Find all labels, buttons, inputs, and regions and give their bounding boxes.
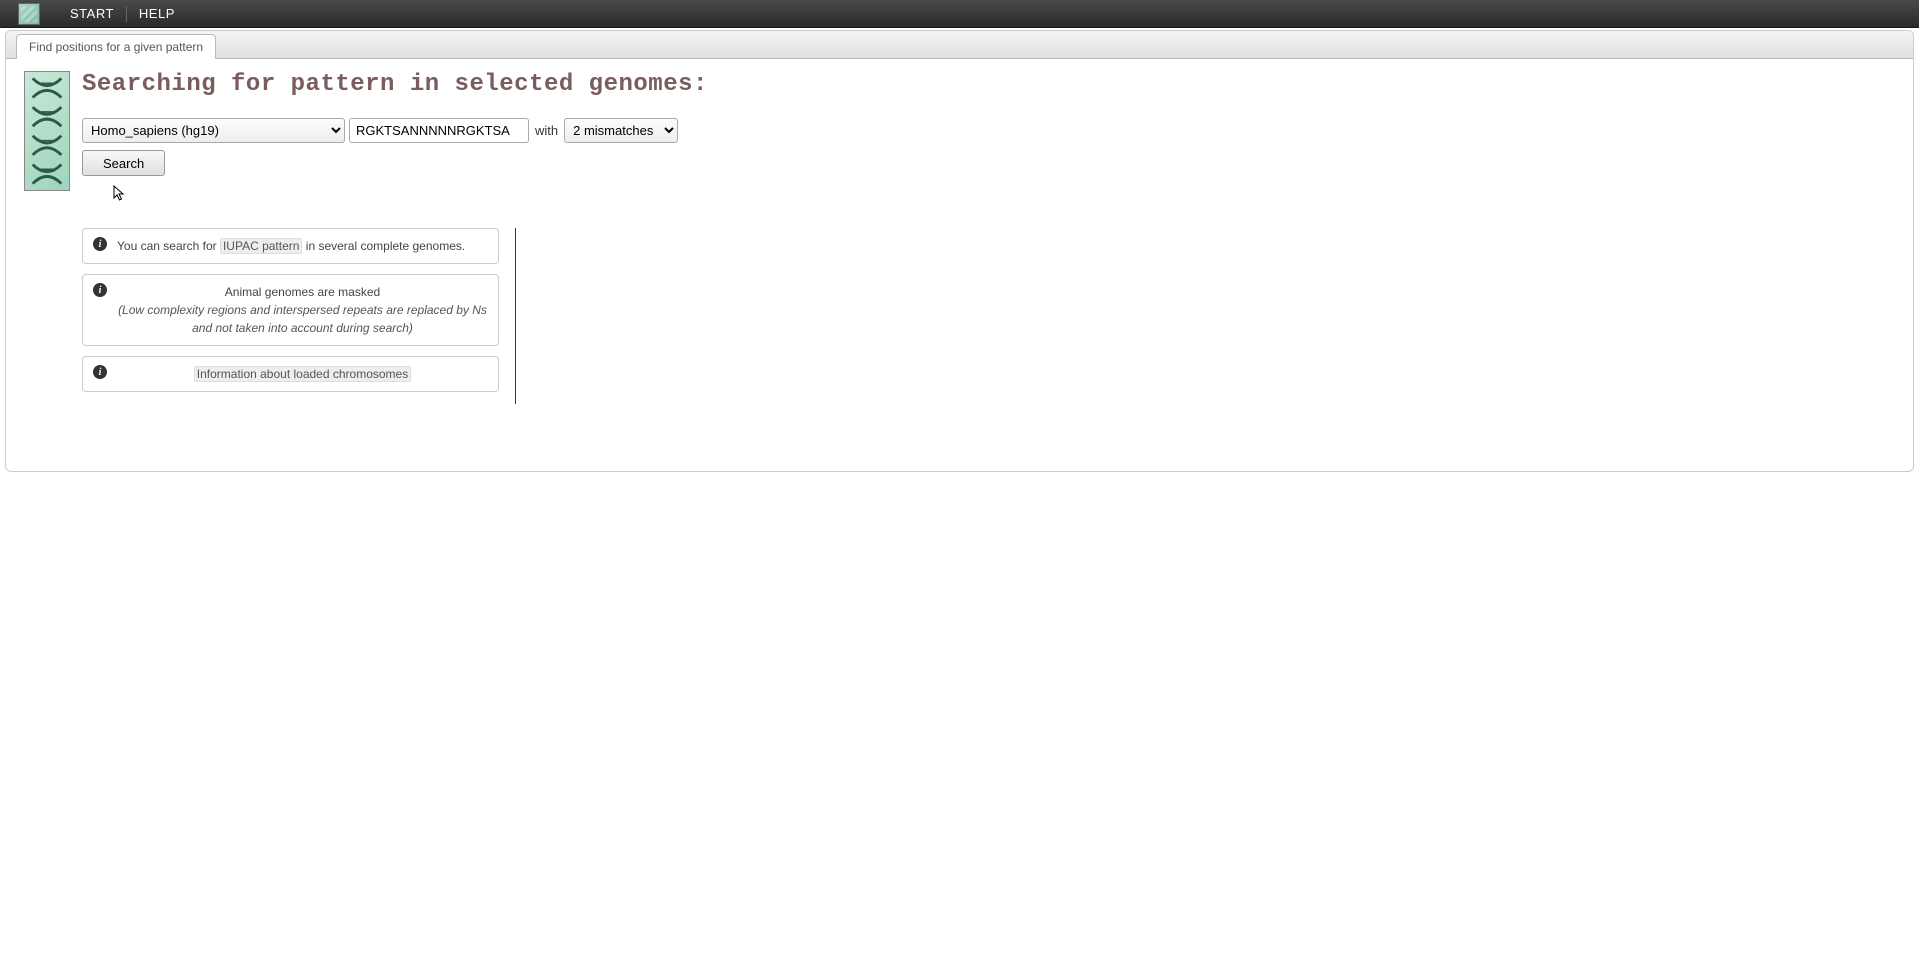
- info-box-masked: i Animal genomes are masked (Low complex…: [82, 274, 499, 346]
- info-prefix: You can search for: [117, 239, 220, 253]
- info-boxes: i You can search for IUPAC pattern in se…: [82, 228, 499, 404]
- mismatches-select[interactable]: 2 mismatches: [564, 118, 678, 143]
- chromosomes-info-link[interactable]: Information about loaded chromosomes: [194, 366, 411, 382]
- search-form-row: Homo_sapiens (hg19) with 2 mismatches: [82, 118, 1895, 143]
- tab-bar: Find positions for a given pattern: [6, 31, 1913, 59]
- page-container: Find positions for a given pattern Searc…: [5, 30, 1914, 472]
- search-button[interactable]: Search: [82, 150, 165, 176]
- info-box-chromosomes: i Information about loaded chromosomes: [82, 356, 499, 392]
- info-text: Information about loaded chromosomes: [117, 365, 488, 383]
- info-section: i You can search for IUPAC pattern in se…: [82, 228, 1895, 404]
- genome-select[interactable]: Homo_sapiens (hg19): [82, 118, 345, 143]
- pattern-input[interactable]: [349, 118, 529, 143]
- content-area: Searching for pattern in selected genome…: [6, 59, 1913, 434]
- nav-help[interactable]: HELP: [127, 6, 187, 21]
- info-masked-title: Animal genomes are masked: [117, 283, 488, 301]
- info-text: You can search for IUPAC pattern in seve…: [117, 237, 488, 255]
- with-label: with: [535, 123, 558, 138]
- main-content: Searching for pattern in selected genome…: [82, 71, 1895, 404]
- info-text: Animal genomes are masked (Low complexit…: [117, 283, 488, 337]
- info-icon: i: [93, 237, 107, 251]
- info-icon: i: [93, 283, 107, 297]
- app-logo-icon[interactable]: [18, 3, 40, 25]
- nav-start[interactable]: START: [58, 6, 126, 21]
- info-suffix: in several complete genomes.: [302, 239, 465, 253]
- iupac-pattern-link[interactable]: IUPAC pattern: [220, 238, 302, 254]
- top-bar: START HELP: [0, 0, 1919, 28]
- dna-helix-icon: [24, 71, 70, 191]
- info-box-iupac: i You can search for IUPAC pattern in se…: [82, 228, 499, 264]
- vertical-divider: [515, 228, 516, 404]
- info-masked-note: (Low complexity regions and interspersed…: [117, 301, 488, 337]
- tab-find-positions[interactable]: Find positions for a given pattern: [16, 34, 216, 59]
- page-title: Searching for pattern in selected genome…: [82, 71, 1895, 98]
- info-icon: i: [93, 365, 107, 379]
